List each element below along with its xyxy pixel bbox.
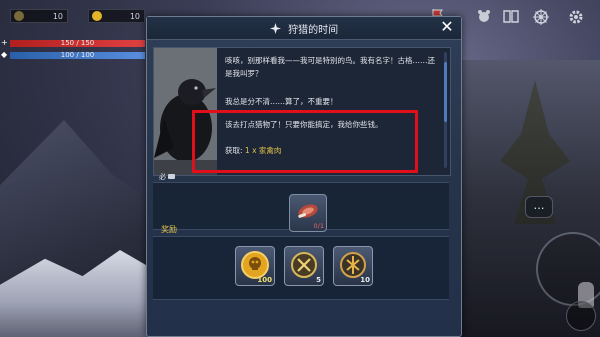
hp-text: 150 / 150 [60,39,95,47]
acquire-label: 获取: [225,146,243,155]
rewards-panel: 100 5 10 [153,236,449,300]
compass-star-icon [269,23,281,34]
dialogue-line-1: 咳咳，别那样看我——我可是特别的鸟。我有名字！古格……还是我叫罗？ [225,56,435,78]
player-hud: 10 10 + 150 / 150 ◆ 100 / 100 [1,9,145,59]
dialog-title: 狩猎的时间 [147,21,461,36]
gold-coin-icon [92,11,102,21]
gold-display: 10 [88,9,145,23]
hp-bar: + 150 / 150 [1,39,145,47]
level-icon [14,11,24,21]
chat-bubble-icon: … [533,199,545,212]
level-value: 10 [52,11,63,21]
required-item-count: 0/1 [313,222,324,230]
reward-slot-gold[interactable]: 100 [235,246,275,286]
gear-icon[interactable] [567,8,585,26]
quest-dialog: 狩猎的时间 ✕ 咳咳，别那样看我——我可是特别的鸟。我有名字！古格……还是我叫罗… [146,16,462,337]
chat-button[interactable]: … [525,196,553,218]
dialog-title-text: 狩猎的时间 [288,25,339,36]
required-items-panel: 0/1 [153,182,449,232]
reward-slot-xp[interactable]: 5 [284,246,324,286]
acquire-item: 1 x 家禽肉 [244,146,282,155]
dialog-header: 狩猎的时间 ✕ [147,17,461,40]
dialogue-line-3: 该去打点猎物了！只要你能搞定，我给你些钱。 [225,120,383,129]
required-label: 必 [159,172,175,182]
quest-dialogue-panel: 咳咳，别那样看我——我可是特别的鸟。我有名字！古格……还是我叫罗？ 我总是分不清… [153,47,451,176]
drop-icon: ◆ [1,50,8,59]
dialogue-line-2: 我总是分不清……算了，不重要！ [225,97,338,106]
required-item-slot[interactable]: 0/1 [289,194,327,232]
rewards-title: 奖励 [161,225,177,234]
chat-small-icon [168,174,175,179]
level-display: 10 [10,9,68,23]
acquire-line: 获取: 1 x 家禽肉 [225,144,438,157]
crow-portrait [154,48,217,175]
mp-bar: ◆ 100 / 100 [1,51,145,59]
skill-button[interactable] [566,301,596,331]
gold-value: 10 [129,11,140,21]
mp-text: 100 / 100 [60,51,95,59]
ship-wheel-icon[interactable] [532,8,550,26]
dialogue-text-area: 咳咳，别那样看我——我可是特别的鸟。我有名字！古格……还是我叫罗？ 我总是分不清… [217,48,442,175]
reward-count-xp: 5 [316,276,321,284]
crow-icon [154,48,217,175]
reward-count-rune: 10 [360,276,370,284]
plus-icon: + [1,38,8,47]
close-button[interactable]: ✕ [439,19,455,35]
reward-slot-rune[interactable]: 10 [333,246,373,286]
required-label-text: 必 [159,173,166,181]
bear-icon[interactable] [475,8,493,26]
book-icon[interactable] [502,8,520,26]
dialogue-scrollbar[interactable] [444,52,447,168]
reward-count-gold: 100 [257,276,272,284]
